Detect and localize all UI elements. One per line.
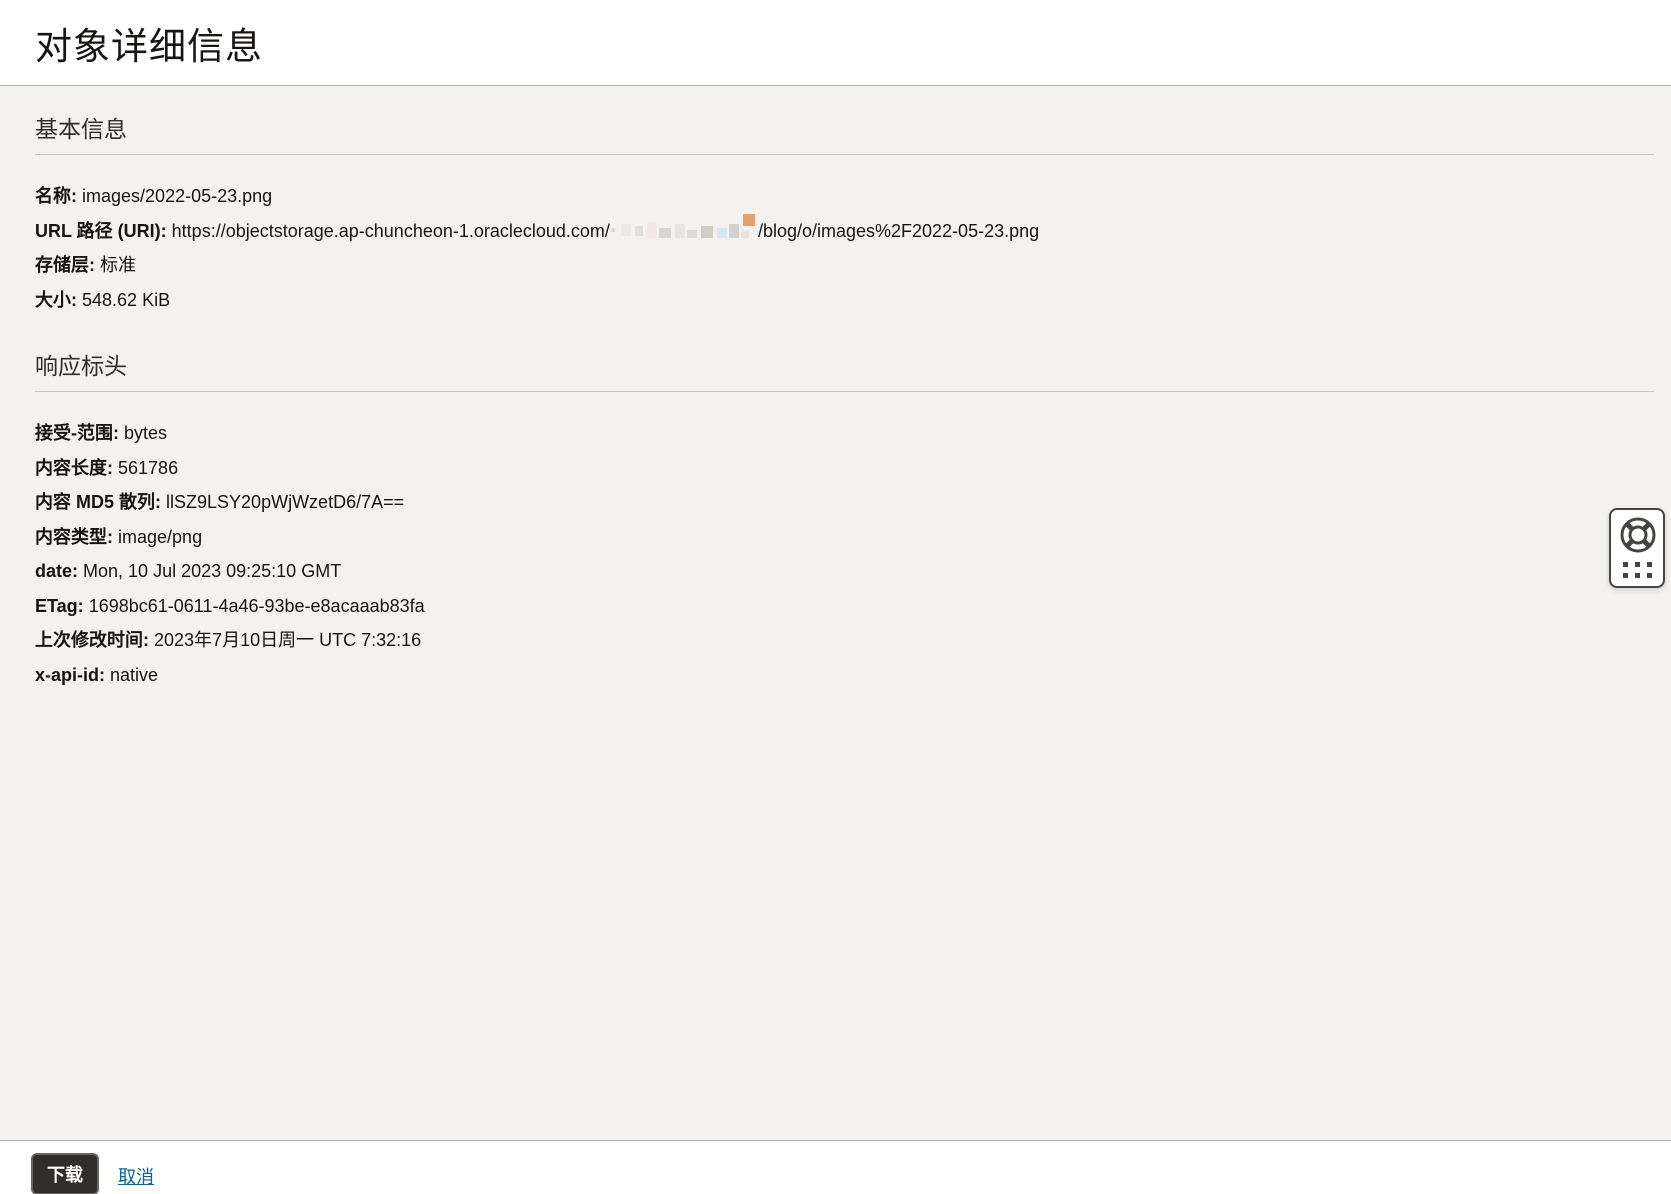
date-row: date: Mon, 10 Jul 2023 09:25:10 GMT bbox=[35, 554, 1654, 589]
apps-grid-icon[interactable] bbox=[1623, 562, 1653, 580]
name-row: 名称: images/2022-05-23.png bbox=[35, 179, 1654, 214]
basic-info-list: 名称: images/2022-05-23.png URL 路径 (URI): … bbox=[35, 179, 1654, 317]
panel-content: 基本信息 名称: images/2022-05-23.png URL 路径 (U… bbox=[35, 86, 1654, 692]
last-modified-label: 上次修改时间: bbox=[35, 630, 149, 650]
etag-value: 1698bc61-0611-4a46-93be-e8acaaab83fa bbox=[88, 595, 425, 616]
size-value: 548.62 KiB bbox=[82, 289, 171, 310]
content-type-value: image/png bbox=[118, 526, 203, 547]
name-label: 名称: bbox=[35, 186, 77, 206]
download-button[interactable]: 下载 bbox=[31, 1153, 99, 1194]
accept-ranges-value: bytes bbox=[124, 423, 168, 443]
content-type-label: 内容类型: bbox=[35, 526, 113, 547]
object-details-panel: 对象详细信息 基本信息 名称: images/2022-05-23.png UR… bbox=[0, 0, 1671, 1194]
content-length-row: 内容长度: 561786 bbox=[35, 451, 1654, 486]
x-api-id-value: native bbox=[110, 664, 159, 685]
cancel-link[interactable]: 取消 bbox=[118, 1163, 154, 1189]
page-title: 对象详细信息 bbox=[35, 26, 263, 67]
content-length-label: 内容长度: bbox=[35, 457, 113, 478]
x-api-id-row: x-api-id: native bbox=[35, 658, 1654, 693]
last-modified-row: 上次修改时间: 2023年7月10日周一 UTC 7:32:16 bbox=[35, 623, 1654, 658]
size-label: 大小: bbox=[35, 289, 77, 310]
date-value: Mon, 10 Jul 2023 09:25:10 GMT bbox=[83, 561, 342, 581]
lifebuoy-icon[interactable] bbox=[1619, 516, 1657, 554]
last-modified-value: 2023年7月10日周一 UTC 7:32:16 bbox=[154, 630, 422, 650]
storage-tier-value: 标准 bbox=[100, 255, 137, 275]
size-row: 大小: 548.62 KiB bbox=[35, 283, 1654, 318]
redacted-namespace bbox=[610, 213, 757, 240]
url-value-suffix: /blog/o/images%2F2022-05-23.png bbox=[757, 220, 1040, 241]
x-api-id-label: x-api-id: bbox=[35, 664, 105, 685]
url-value-prefix: https://objectstorage.ap-chuncheon-1.ora… bbox=[171, 220, 610, 241]
storage-tier-label: 存储层: bbox=[35, 255, 95, 275]
accept-ranges-label: 接受-范围: bbox=[35, 423, 119, 443]
etag-row: ETag: 1698bc61-0611-4a46-93be-e8acaaab83… bbox=[35, 589, 1654, 624]
content-md5-row: 内容 MD5 散列: llSZ9LSY20pWjWzetD6/7A== bbox=[35, 485, 1654, 520]
etag-label: ETag: bbox=[35, 595, 84, 616]
content-md5-value: llSZ9LSY20pWjWzetD6/7A== bbox=[166, 492, 405, 512]
content-md5-label: 内容 MD5 散列: bbox=[35, 492, 161, 512]
url-row: URL 路径 (URI): https://objectstorage.ap-c… bbox=[35, 213, 1654, 249]
name-value: images/2022-05-23.png bbox=[82, 186, 273, 206]
storage-tier-row: 存储层: 标准 bbox=[35, 248, 1654, 283]
accept-ranges-row: 接受-范围: bytes bbox=[35, 416, 1654, 451]
response-headers-list: 接受-范围: bytes 内容长度: 561786 内容 MD5 散列: llS… bbox=[35, 416, 1654, 692]
basic-info-heading: 基本信息 bbox=[35, 110, 1654, 155]
content-length-value: 561786 bbox=[118, 457, 179, 478]
panel-header: 对象详细信息 bbox=[0, 0, 1671, 86]
panel-footer: 下载 取消 bbox=[0, 1140, 1671, 1194]
url-label: URL 路径 (URI): bbox=[35, 220, 167, 241]
response-headers-heading: 响应标头 bbox=[35, 347, 1654, 392]
content-type-row: 内容类型: image/png bbox=[35, 520, 1654, 555]
help-widget[interactable] bbox=[1609, 508, 1665, 588]
date-label: date: bbox=[35, 561, 79, 581]
